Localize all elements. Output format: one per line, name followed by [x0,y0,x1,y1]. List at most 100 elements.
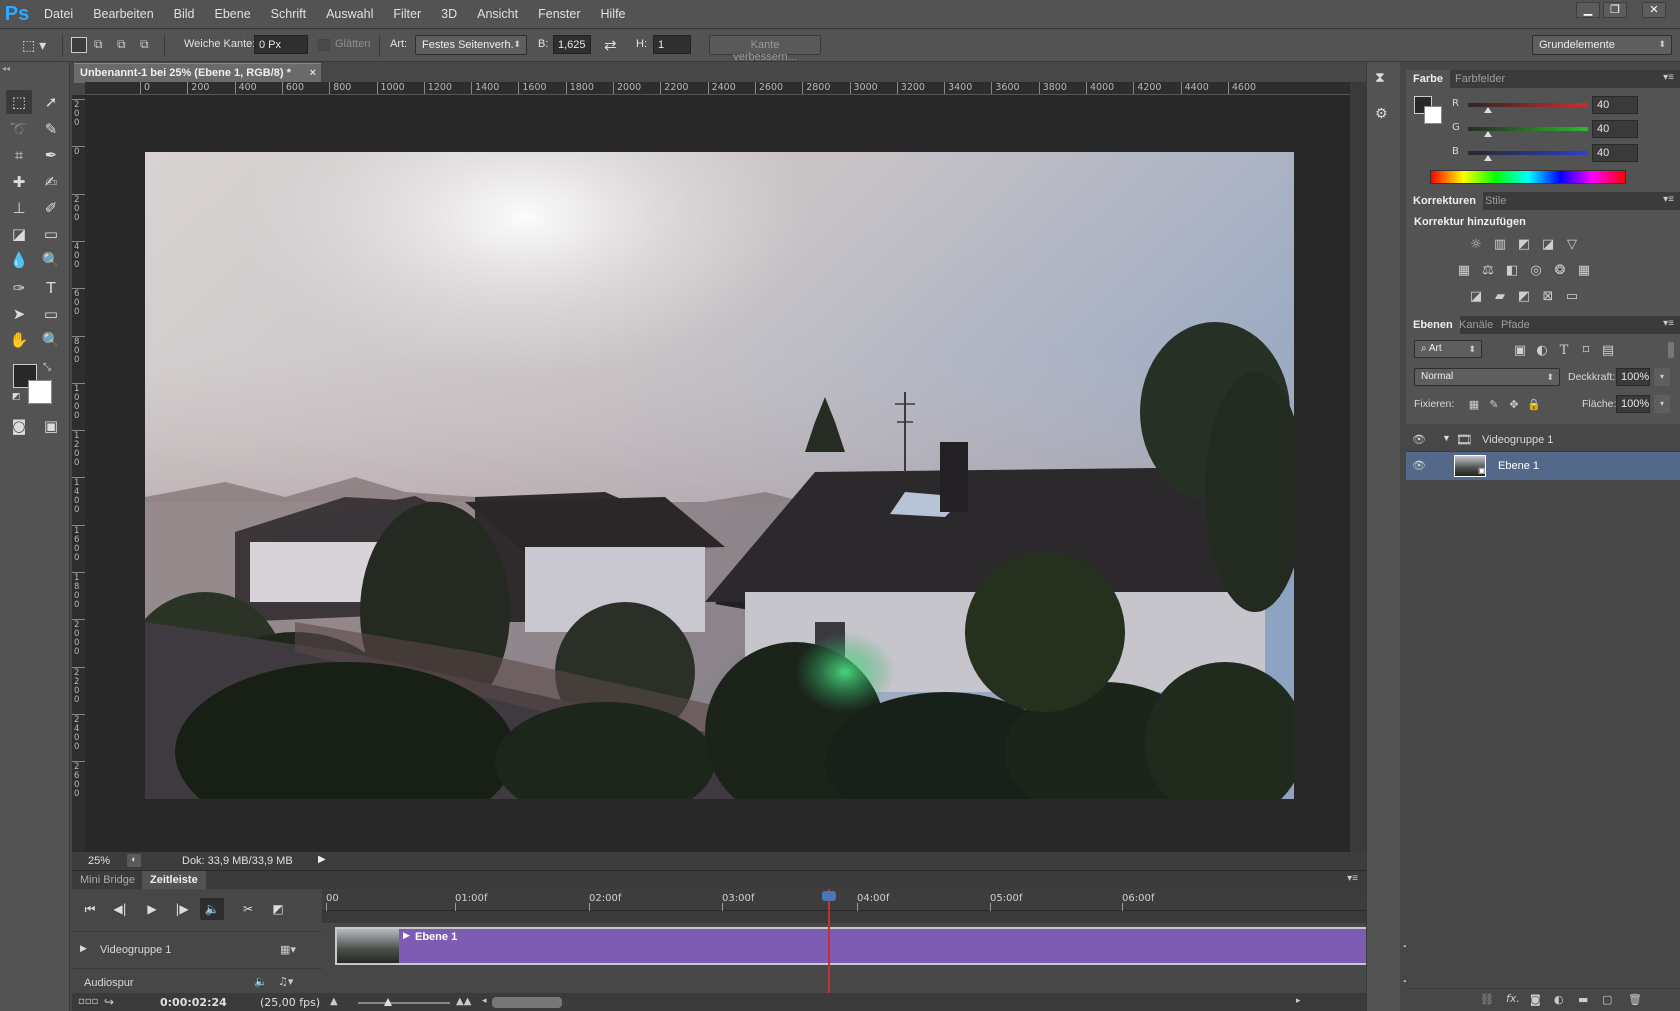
selective-color-icon[interactable]: ⊠ [1540,288,1556,304]
mute-audio-icon[interactable]: 🔈 [200,898,224,920]
photo-filter-icon[interactable]: ◎ [1528,262,1544,278]
subtract-selection-icon[interactable]: ⧉ [117,37,133,53]
scroll-right-icon[interactable]: ▸ [1296,996,1301,1006]
zoom-level[interactable]: 25% [88,855,110,867]
frame-rate-menu-icon[interactable]: ▫▫▫ [78,996,98,1007]
threshold-icon[interactable]: ◩ [1516,288,1532,304]
film-options-icon[interactable]: ▦▾ [280,943,296,956]
document-image[interactable] [145,152,1294,799]
crop-tool-icon[interactable]: ⌗ [6,143,32,167]
vibrance-icon[interactable]: ▽ [1564,236,1580,252]
quick-selection-tool-icon[interactable]: ✎ [38,117,64,141]
timeline-horizontal-scroll-thumb[interactable] [492,997,562,1008]
properties-panel-icon[interactable]: ⚙ [1375,106,1395,126]
menu-3d[interactable]: 3D [431,7,467,21]
type-tool-icon[interactable]: T [38,276,64,300]
screen-mode-icon[interactable]: ▣ [38,414,64,438]
split-scissors-icon[interactable]: ✂ [236,898,260,920]
menu-filter[interactable]: Filter [383,7,431,21]
color-balance-icon[interactable]: ⚖ [1480,262,1496,278]
render-video-icon[interactable]: ↪ [104,995,114,1009]
menu-hilfe[interactable]: Hilfe [591,7,636,21]
channel-r-slider[interactable] [1468,103,1588,113]
menu-fenster[interactable]: Fenster [528,7,590,21]
levels-icon[interactable]: ▥ [1492,236,1508,252]
brush-tool-icon[interactable]: ✍ [38,170,64,194]
delete-layer-icon[interactable]: 🗑 [1628,993,1642,1006]
playhead[interactable] [822,889,836,993]
video-clip-ebene-1[interactable]: ▶ Ebene 1 [335,927,1395,965]
tab-farbfelder[interactable]: Farbfelder [1448,70,1512,88]
tab-zeitleiste[interactable]: Zeitleiste [142,871,206,889]
menu-ebene[interactable]: Ebene [205,7,261,21]
filter-pixel-icon[interactable]: ▣ [1512,342,1528,358]
lock-position-icon[interactable]: ✥ [1506,396,1522,412]
clip-expand-icon[interactable]: ▶ [403,931,410,941]
quick-mask-icon[interactable]: ◙ [6,414,32,438]
history-brush-tool-icon[interactable]: ✐ [38,196,64,220]
lasso-tool-icon[interactable]: ➰ [6,117,32,141]
menu-ansicht[interactable]: Ansicht [467,7,528,21]
invert-icon[interactable]: ◪ [1468,288,1484,304]
timeline-ruler[interactable]: 00 01:00f 02:00f 03:00f 04:00f 05:00f 06:00f [322,889,1366,911]
rectangle-tool-icon[interactable]: ▭ [38,302,64,326]
lock-all-icon[interactable]: 🔒 [1526,396,1542,412]
width-input[interactable]: 1,625 [553,35,591,54]
swap-icon[interactable]: ⇄ [604,36,617,56]
fill-dropdown-icon[interactable]: ▾ [1654,395,1670,413]
eraser-tool-icon[interactable]: ◪ [6,222,32,246]
filter-shape-icon[interactable]: ⌑ [1578,342,1594,358]
menu-bearbeiten[interactable]: Bearbeiten [83,7,163,21]
work-area-bar[interactable] [322,911,1366,923]
workspace-select[interactable]: Grundelemente [1532,35,1672,55]
marquee-preset-icon[interactable]: ⬚ ▾ [22,35,56,55]
soft-edge-input[interactable]: 0 Px [254,35,308,54]
menu-schrift[interactable]: Schrift [261,7,316,21]
tab-farbe[interactable]: Farbe [1406,70,1450,88]
blend-mode-select[interactable]: Normal [1414,368,1560,386]
filter-toggle[interactable] [1668,342,1674,358]
add-selection-icon[interactable]: ⧉ [94,37,110,53]
collapse-tools-icon[interactable]: ◂◂ [2,64,10,73]
scroll-left-icon[interactable]: ◂ [482,996,487,1006]
menu-datei[interactable]: Datei [34,7,83,21]
refine-edge-button[interactable]: Kante verbessern... [709,35,821,63]
restore-button[interactable]: ❐ [1603,2,1627,18]
expand-group-icon[interactable]: ▶ [80,944,87,954]
smooth-checkbox[interactable] [318,39,330,51]
close-button[interactable]: ✕ [1642,2,1666,18]
move-tool-icon[interactable]: ➚ [38,90,64,114]
minimize-button[interactable]: ▁ [1576,2,1600,18]
channel-g-value[interactable]: 40 [1592,120,1638,138]
layers-menu-icon[interactable]: ▾≡ [1663,318,1674,329]
visibility-eye-icon[interactable]: 👁 [1412,459,1428,473]
default-colors-icon[interactable]: ◩ [12,392,21,402]
previous-frame-icon[interactable]: ◀︎| [108,898,132,920]
timeline-zoom-slider[interactable] [358,998,450,1006]
tab-pfade[interactable]: Pfade [1494,316,1537,334]
audio-note-icon[interactable]: ♫▾ [278,975,293,988]
document-tab[interactable]: Unbenannt-1 bei 25% (Ebene 1, RGB/8) * × [74,63,321,83]
zoom-tool-icon[interactable]: 🔍 [38,328,64,352]
canvas-vertical-scrollbar[interactable] [1350,82,1366,852]
gradient-map-icon[interactable]: ▭ [1564,288,1580,304]
video-group-track-header[interactable]: ▶ Videogruppe 1 ▦▾ [72,931,322,969]
link-layers-icon[interactable]: ⛓ [1480,993,1494,1006]
tab-stile[interactable]: Stile [1478,192,1513,210]
lock-pixels-icon[interactable]: ✎ [1486,396,1502,412]
zoom-out-timeline-icon[interactable]: ▲ [330,996,338,1007]
clone-stamp-tool-icon[interactable]: ⊥ [6,196,32,220]
opacity-dropdown-icon[interactable]: ▾ [1654,368,1670,386]
gradient-tool-icon[interactable]: ▭ [38,222,64,246]
history-panel-icon[interactable]: ⧗ [1375,70,1395,90]
filter-type-icon[interactable]: T [1556,342,1572,358]
pen-tool-icon[interactable]: ✑ [6,276,32,300]
swap-colors-icon[interactable]: ⤡ [43,362,51,373]
go-to-start-icon[interactable]: ⏮ [78,898,102,920]
visibility-eye-icon[interactable]: 👁 [1412,433,1428,447]
new-group-icon[interactable]: ▬ [1578,993,1588,1006]
channel-r-value[interactable]: 40 [1592,96,1638,114]
dodge-tool-icon[interactable]: 🔍 [38,248,64,272]
close-document-icon[interactable]: × [310,67,316,79]
audio-volume-icon[interactable]: 🔈 [254,975,268,988]
